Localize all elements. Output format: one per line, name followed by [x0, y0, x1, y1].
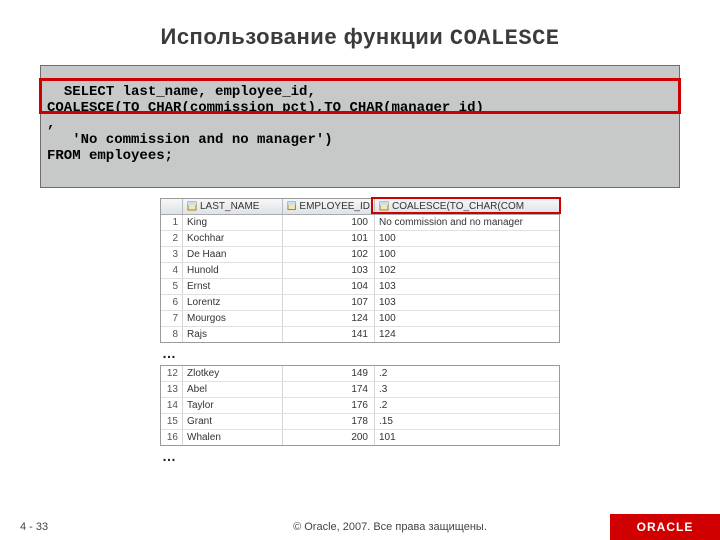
oracle-logo: ORACLE — [610, 514, 720, 540]
cell: .15 — [375, 414, 559, 429]
cell: Ernst — [183, 279, 283, 294]
cell: 3 — [161, 247, 183, 262]
cell: .2 — [375, 366, 559, 381]
cell: 14 — [161, 398, 183, 413]
cell: 13 — [161, 382, 183, 397]
cell: 101 — [375, 430, 559, 445]
header-index — [161, 199, 183, 214]
column-icon — [379, 201, 389, 211]
cell: 101 — [283, 231, 375, 246]
cell: 2 — [161, 231, 183, 246]
cell: 124 — [375, 327, 559, 342]
cell: Mourgos — [183, 311, 283, 326]
cell: 103 — [375, 295, 559, 310]
header-last-name: LAST_NAME — [183, 199, 283, 214]
column-icon — [287, 201, 296, 211]
table-row: 5Ernst104103 — [161, 279, 559, 295]
ellipsis-1: … — [160, 343, 560, 365]
table-row: 14Taylor176.2 — [161, 398, 559, 414]
ellipsis-2: … — [160, 446, 560, 468]
cell: 102 — [375, 263, 559, 278]
cell: 103 — [375, 279, 559, 294]
cell: Taylor — [183, 398, 283, 413]
sql-code-block: SELECT last_name, employee_id, COALESCE(… — [40, 65, 680, 188]
cell: 6 — [161, 295, 183, 310]
cell: .2 — [375, 398, 559, 413]
result-grid-2: 12Zlotkey149.213Abel174.314Taylor176.215… — [160, 365, 560, 446]
title-function: COALESCE — [450, 26, 560, 51]
cell: 5 — [161, 279, 183, 294]
sql-text: SELECT last_name, employee_id, COALESCE(… — [47, 84, 484, 164]
table-row: 8Rajs141124 — [161, 327, 559, 342]
results-area: LAST_NAME EMPLOYEE_ID COALESCE(TO_CHAR(C… — [160, 198, 560, 468]
header-coalesce: COALESCE(TO_CHAR(COM — [375, 199, 559, 214]
cell: 149 — [283, 366, 375, 381]
cell: King — [183, 215, 283, 230]
cell: 100 — [375, 247, 559, 262]
column-icon — [187, 201, 197, 211]
cell: .3 — [375, 382, 559, 397]
cell: 102 — [283, 247, 375, 262]
table-row: 6Lorentz107103 — [161, 295, 559, 311]
page-number: 4 - 33 — [0, 521, 170, 533]
result-grid-1: LAST_NAME EMPLOYEE_ID COALESCE(TO_CHAR(C… — [160, 198, 560, 343]
cell: 124 — [283, 311, 375, 326]
cell: Kochhar — [183, 231, 283, 246]
cell: 103 — [283, 263, 375, 278]
cell: 4 — [161, 263, 183, 278]
cell: 8 — [161, 327, 183, 342]
grid-header: LAST_NAME EMPLOYEE_ID COALESCE(TO_CHAR(C… — [161, 199, 559, 215]
cell: Whalen — [183, 430, 283, 445]
header-employee-id: EMPLOYEE_ID — [283, 199, 375, 214]
cell: 141 — [283, 327, 375, 342]
cell: Lorentz — [183, 295, 283, 310]
cell: 104 — [283, 279, 375, 294]
cell: Grant — [183, 414, 283, 429]
table-row: 16Whalen200101 — [161, 430, 559, 445]
title-prefix: Использование функции — [161, 24, 450, 49]
cell: Zlotkey — [183, 366, 283, 381]
table-row: 4Hunold103102 — [161, 263, 559, 279]
table-row: 13Abel174.3 — [161, 382, 559, 398]
cell: De Haan — [183, 247, 283, 262]
cell: Abel — [183, 382, 283, 397]
table-row: 3De Haan102100 — [161, 247, 559, 263]
table-row: 1King100No commission and no manager — [161, 215, 559, 231]
footer: 4 - 33 © Oracle, 2007. Все права защищен… — [0, 514, 720, 540]
cell: 100 — [375, 311, 559, 326]
cell: 15 — [161, 414, 183, 429]
cell: 12 — [161, 366, 183, 381]
table-row: 12Zlotkey149.2 — [161, 366, 559, 382]
cell: 100 — [375, 231, 559, 246]
cell: 107 — [283, 295, 375, 310]
slide-title: Использование функции COALESCE — [0, 0, 720, 65]
cell: 174 — [283, 382, 375, 397]
cell: 100 — [283, 215, 375, 230]
cell: No commission and no manager — [375, 215, 559, 230]
cell: 178 — [283, 414, 375, 429]
cell: 176 — [283, 398, 375, 413]
cell: Hunold — [183, 263, 283, 278]
cell: 1 — [161, 215, 183, 230]
copyright: © Oracle, 2007. Все права защищены. — [170, 521, 610, 533]
cell: 200 — [283, 430, 375, 445]
cell: 7 — [161, 311, 183, 326]
table-row: 15Grant178.15 — [161, 414, 559, 430]
table-row: 7Mourgos124100 — [161, 311, 559, 327]
table-row: 2Kochhar101100 — [161, 231, 559, 247]
cell: Rajs — [183, 327, 283, 342]
cell: 16 — [161, 430, 183, 445]
